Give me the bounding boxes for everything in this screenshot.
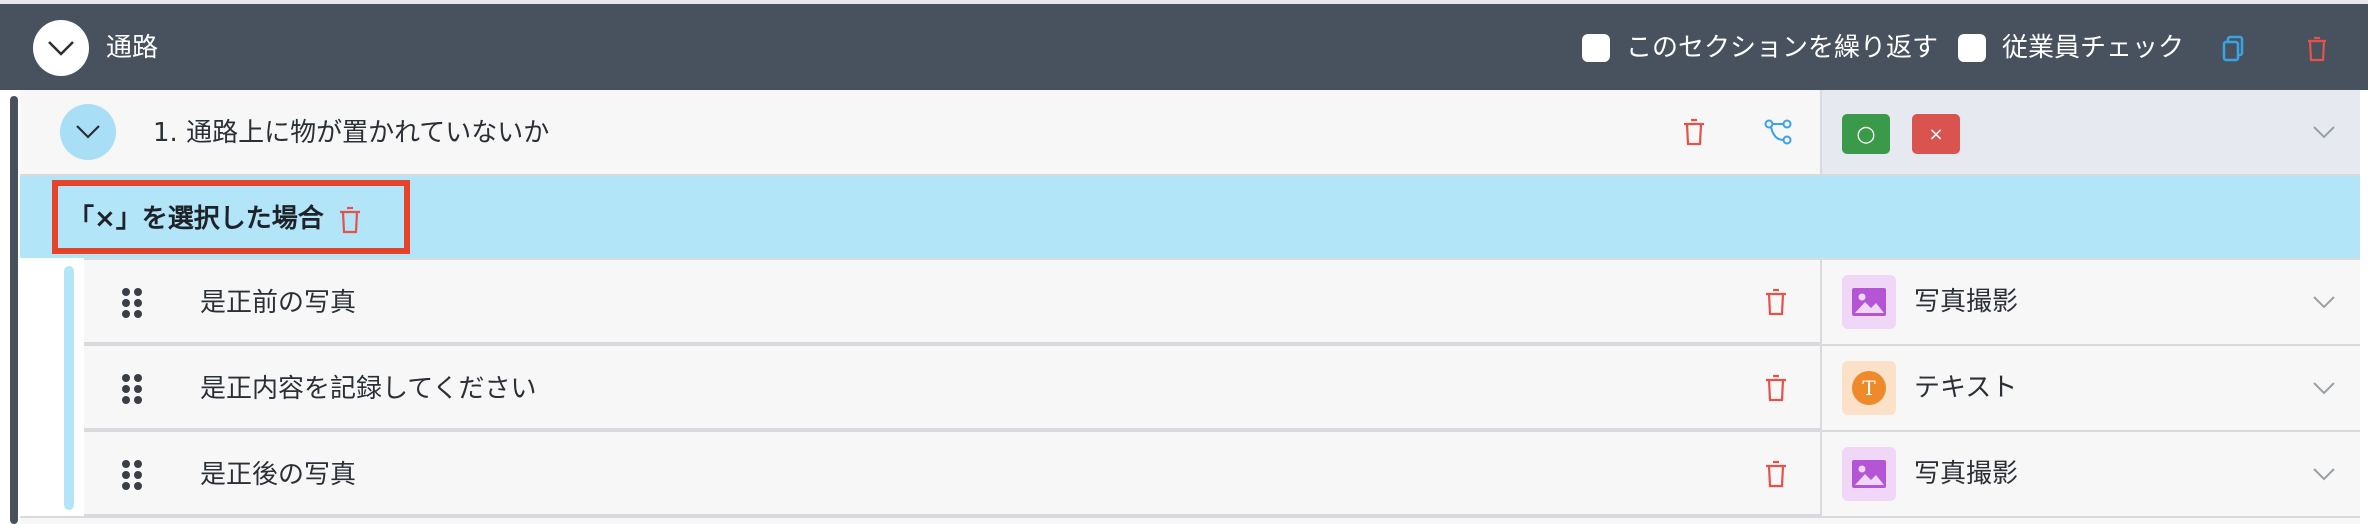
item-text: 是正後の写真: [200, 460, 357, 490]
item-text: 是正前の写真: [200, 288, 357, 318]
condition-row: 「×」を選択した場合: [20, 176, 2360, 258]
chevron-down-icon: [76, 125, 100, 139]
question-row[interactable]: 1. 通路上に物が置かれていないか ○ ×: [20, 90, 2360, 176]
condition-rail: [64, 266, 74, 510]
drag-handle-icon[interactable]: [122, 460, 144, 490]
image-icon: [1842, 275, 1896, 329]
question-text: 1. 通路上に物が置かれていないか: [153, 118, 550, 148]
branch-icon[interactable]: [1764, 118, 1792, 146]
delete-item-icon[interactable]: [1764, 460, 1788, 488]
condition-label: 「×」を選択した場合: [68, 204, 324, 234]
delete-section-button[interactable]: [2300, 32, 2334, 66]
delete-condition-icon[interactable]: [338, 206, 362, 234]
employee-check-checkbox[interactable]: [1958, 34, 1986, 62]
item-type-selector[interactable]: T テキスト: [1820, 346, 2360, 430]
drag-handle-icon[interactable]: [122, 374, 144, 404]
chevron-down-icon[interactable]: [2310, 374, 2338, 402]
item-type-selector[interactable]: 写真撮影: [1820, 432, 2360, 516]
chevron-down-icon[interactable]: [2310, 288, 2338, 316]
item-type-label: 写真撮影: [1914, 287, 2019, 317]
trash-icon: [2308, 36, 2326, 62]
employee-check-label: 従業員チェック: [2002, 33, 2185, 63]
chevron-down-icon[interactable]: [2310, 460, 2338, 488]
item-text: 是正内容を記録してください: [200, 374, 537, 404]
list-bottom-edge: [20, 516, 2360, 524]
section-header: 通路 このセクションを繰り返す 従業員チェック: [0, 0, 2368, 90]
image-icon: [1842, 447, 1896, 501]
section-rail: [10, 96, 18, 524]
chevron-down-icon[interactable]: [2310, 118, 2338, 146]
copy-section-button[interactable]: [2216, 32, 2250, 66]
section-collapse-button[interactable]: [33, 20, 89, 76]
repeat-section-checkbox[interactable]: [1582, 34, 1610, 62]
item-type-label: 写真撮影: [1914, 459, 2019, 489]
delete-question-icon[interactable]: [1682, 118, 1706, 146]
chevron-down-icon: [48, 41, 74, 56]
condition-highlight-box: 「×」を選択した場合: [52, 180, 410, 254]
delete-item-icon[interactable]: [1764, 288, 1788, 316]
employee-check-option[interactable]: 従業員チェック: [1958, 31, 2184, 65]
item-type-selector[interactable]: 写真撮影: [1820, 260, 2360, 344]
list-item[interactable]: 是正後の写真 写真撮影: [84, 430, 2360, 516]
list-item[interactable]: 是正前の写真 写真撮影: [84, 258, 2360, 344]
list-item[interactable]: 是正内容を記録してください T テキスト: [84, 344, 2360, 430]
text-icon-glyph: T: [1852, 371, 1886, 405]
repeat-section-label: このセクションを繰り返す: [1626, 33, 1939, 63]
section-title: 通路: [106, 33, 159, 63]
copy-icon: [2222, 35, 2244, 62]
drag-handle-icon[interactable]: [122, 288, 144, 318]
text-icon: T: [1842, 361, 1896, 415]
question-collapse-button[interactable]: [60, 104, 116, 160]
answer-type-panel[interactable]: ○ ×: [1820, 90, 2360, 174]
repeat-section-option[interactable]: このセクションを繰り返す: [1582, 31, 1938, 65]
item-type-label: テキスト: [1914, 373, 2018, 403]
answer-ok-button[interactable]: ○: [1842, 114, 1890, 154]
answer-ng-button[interactable]: ×: [1912, 114, 1960, 154]
delete-item-icon[interactable]: [1764, 374, 1788, 402]
